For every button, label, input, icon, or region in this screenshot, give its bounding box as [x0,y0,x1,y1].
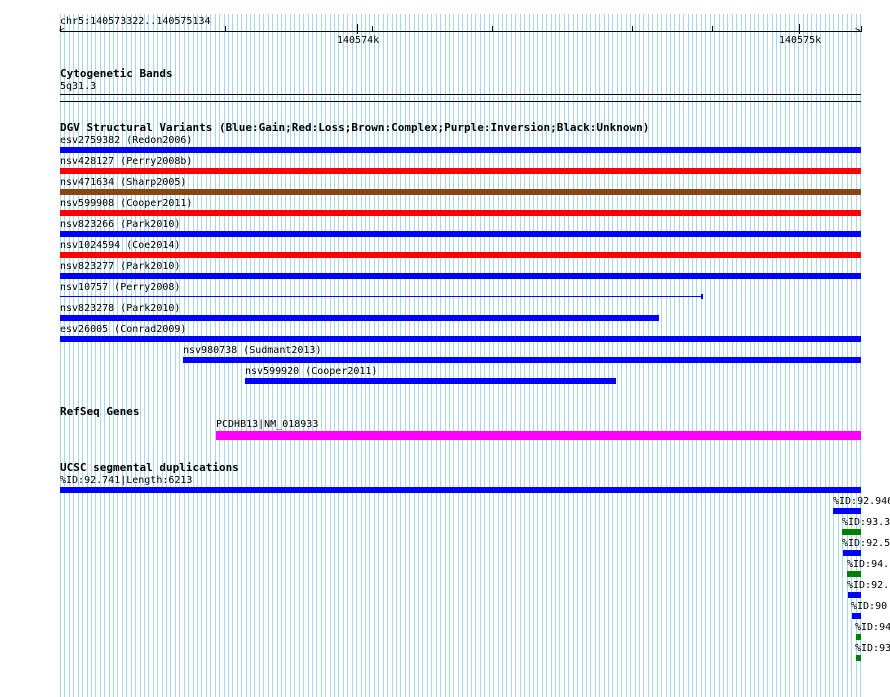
dgv-variant-label: esv26005 (Conrad2009) [60,324,187,335]
segdup-label: %ID:92.741|Length:6213 [60,475,193,486]
dgv-variant-label: nsv471634 (Sharp2005) [60,177,187,188]
dgv-variant-bar[interactable] [60,168,861,174]
cytoband-top-border [60,94,861,95]
genome-browser-track-view: chr5:140573322..140575134 < > 140574k 14… [0,0,890,697]
ruler-tick [60,26,61,32]
dgv-variant-bar[interactable] [60,147,861,153]
ruler-major-tick [799,24,800,34]
dgv-variant-bar[interactable] [60,315,659,321]
dgv-variant-bar[interactable] [60,231,861,237]
cytoband-track-title: Cytogenetic Bands [60,67,173,80]
ruler-tick [372,26,373,32]
segdup-track-title: UCSC segmental duplications [60,461,239,474]
segdup-label: %ID:92. [847,580,890,591]
segdup-label: %ID:92.5 [842,538,890,549]
ruler-tick-label: 140575k [779,35,822,46]
dgv-variant-label: esv2759382 (Redon2006) [60,135,193,146]
segdup-bar[interactable] [843,550,861,556]
dgv-variant-label: nsv823266 (Park2010) [60,219,181,230]
refseq-gene-bar[interactable] [216,431,861,440]
segdup-label: %ID:94. [847,559,890,570]
ruler-tick [225,26,226,32]
segdup-label: %ID:94 [855,622,890,633]
dgv-track-title: DGV Structural Variants (Blue:Gain;Red:L… [60,121,650,134]
dgv-variant-label: nsv823277 (Park2010) [60,261,181,272]
cytoband-bottom-border [60,101,861,102]
segdup-bar[interactable] [842,529,861,535]
segdup-bar[interactable] [848,592,861,598]
dgv-variant-bar[interactable] [60,336,861,342]
segdup-bar[interactable] [852,613,861,619]
ruler-tick [632,26,633,32]
segdup-bar[interactable] [60,487,861,493]
dgv-variant-label: nsv10757 (Perry2008) [60,282,181,293]
dgv-variant-bar[interactable] [245,378,616,384]
dgv-variant-end-marker [701,294,703,299]
ruler-major-tick [357,24,358,34]
dgv-variant-bar[interactable] [60,273,861,279]
dgv-variant-bar[interactable] [60,296,702,297]
ruler-tick [861,26,862,32]
dgv-variant-bar[interactable] [60,189,861,195]
background-grid [60,14,861,697]
ruler-tick-label: 140574k [337,35,380,46]
dgv-variant-label: nsv823278 (Park2010) [60,303,181,314]
ruler-tick [712,26,713,32]
dgv-variant-label: nsv599920 (Cooper2011) [245,366,378,377]
segdup-label: %ID:90 [851,601,888,612]
dgv-variant-label: nsv980738 (Sudmant2013) [183,345,322,356]
ruler-axis [60,31,861,32]
dgv-variant-bar[interactable] [60,210,861,216]
segdup-bar[interactable] [856,634,861,640]
refseq-gene-label: PCDHB13|NM_018933 [216,419,319,430]
dgv-variant-bar[interactable] [183,357,861,363]
dgv-variant-label: nsv599908 (Cooper2011) [60,198,193,209]
segdup-label: %ID:92.946 [833,496,890,507]
segdup-bar[interactable] [856,655,861,661]
segdup-bar[interactable] [833,508,861,514]
ruler-tick [492,26,493,32]
refseq-track-title: RefSeq Genes [60,405,140,418]
segdup-bar[interactable] [847,571,861,577]
dgv-variant-label: nsv428127 (Perry2008b) [60,156,193,167]
segdup-label: %ID:93.3 [842,517,890,528]
locus-label: chr5:140573322..140575134 [60,16,211,27]
dgv-variant-bar[interactable] [60,252,861,258]
ruler-right-arrow-icon: > [855,26,861,36]
cytoband-label: 5q31.3 [60,81,97,92]
dgv-variant-label: nsv1024594 (Coe2014) [60,240,181,251]
segdup-label: %ID:93 [855,643,890,654]
